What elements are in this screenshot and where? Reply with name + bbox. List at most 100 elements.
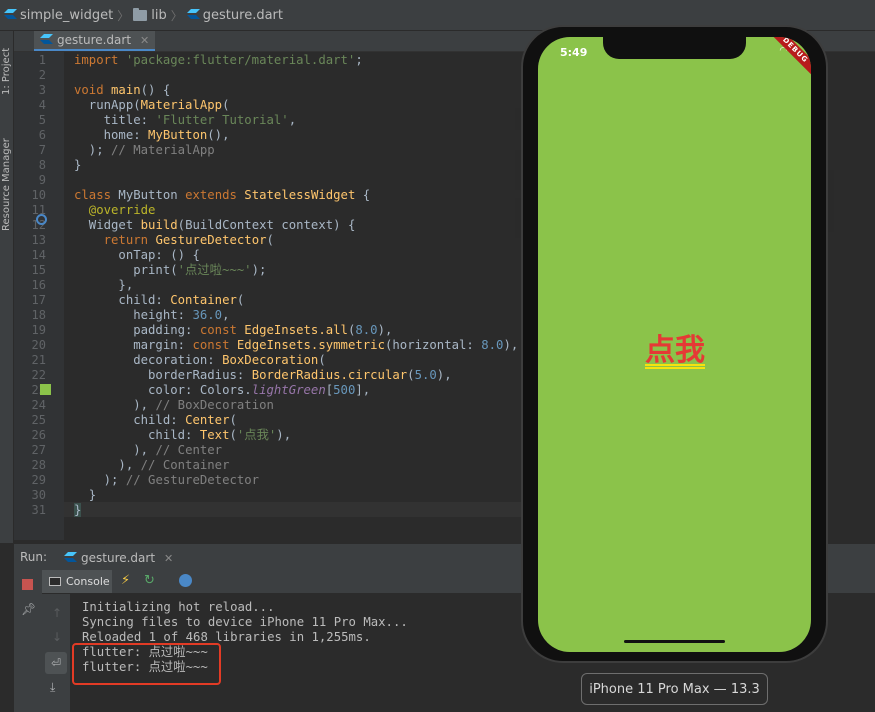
code-token: (), xyxy=(207,128,230,142)
code-comment: // Container xyxy=(133,458,230,472)
code-token: { xyxy=(355,188,371,202)
close-icon[interactable]: ✕ xyxy=(140,34,149,47)
code-token: StatelessWidget xyxy=(236,188,356,202)
code-line-16: }, xyxy=(74,278,133,293)
code-line-7: ); // MaterialApp xyxy=(74,143,215,158)
code-line-8: } xyxy=(74,158,81,173)
code-token: 36.0 xyxy=(192,308,223,322)
hot-restart-icon[interactable]: ↻ xyxy=(144,573,155,588)
code-token: MaterialApp xyxy=(140,98,223,112)
breadcrumb-folder[interactable]: lib xyxy=(133,7,167,23)
code-line-3: void main() { xyxy=(74,83,170,98)
code-token: extends xyxy=(185,188,237,202)
code-token: 8.0 xyxy=(355,323,378,337)
code-token: class xyxy=(74,188,112,202)
phone-power-button xyxy=(828,170,834,232)
line-number: 6 xyxy=(38,128,46,142)
code-line-29: ); // GestureDetector xyxy=(74,473,259,488)
close-icon[interactable]: ✕ xyxy=(164,552,173,565)
line-number: 30 xyxy=(31,488,46,502)
run-tab-label: gesture.dart xyxy=(81,551,156,565)
code-token: @override xyxy=(74,203,156,217)
console-tab-label: Console xyxy=(66,575,110,588)
code-comment: // Center xyxy=(148,443,223,457)
tap-me-button[interactable]: 点我 xyxy=(639,329,711,368)
code-comment: // MaterialApp xyxy=(103,143,215,157)
line-number: 20 xyxy=(31,338,46,352)
stop-icon[interactable] xyxy=(22,579,33,590)
breadcrumb-file[interactable]: gesture.dart xyxy=(187,8,283,23)
code-token: ], xyxy=(355,383,371,397)
home-indicator[interactable] xyxy=(624,640,725,643)
code-token: child: xyxy=(74,293,171,307)
console-line: Syncing files to device iPhone 11 Pro Ma… xyxy=(82,615,408,629)
code-token: ), xyxy=(436,368,452,382)
breadcrumb-project[interactable]: simple_widget xyxy=(4,8,113,23)
status-bar-time: 5:49 xyxy=(560,46,588,59)
code-token: '点过啦~~~' xyxy=(177,263,252,277)
code-token: const xyxy=(199,323,237,337)
arrow-up-icon[interactable]: ↑ xyxy=(52,606,62,620)
code-token: decoration: xyxy=(74,353,223,367)
code-token: ( xyxy=(229,428,237,442)
line-number: 24 xyxy=(31,398,46,412)
code-line-24: ), // BoxDecoration xyxy=(74,398,274,413)
run-tab-gesture-dart[interactable]: gesture.dart ✕ xyxy=(64,548,173,568)
tab-console[interactable]: Console xyxy=(42,570,112,593)
code-token: return xyxy=(74,233,149,247)
pin-icon[interactable]: 📌︎ xyxy=(21,602,36,616)
code-token: MyButton xyxy=(148,128,208,142)
line-number: 16 xyxy=(31,278,46,292)
code-comment: // BoxDecoration xyxy=(148,398,274,412)
color-swatch-icon[interactable] xyxy=(40,384,51,395)
code-token: , xyxy=(222,308,230,322)
console-icon xyxy=(49,577,61,586)
code-token: } xyxy=(74,158,82,172)
code-token: GestureDetector xyxy=(148,233,267,247)
code-token: EdgeInsets.all xyxy=(236,323,348,337)
tab-gesture-dart[interactable]: gesture.dart ✕ xyxy=(34,31,156,51)
code-token: ), xyxy=(377,323,393,337)
code-token: Widget xyxy=(74,218,141,232)
code-token: ; xyxy=(355,53,363,67)
code-line-17: child: Container( xyxy=(74,293,244,308)
override-marker-icon[interactable] xyxy=(36,214,47,225)
device-name-label: iPhone 11 Pro Max — 13.3 xyxy=(581,673,768,705)
line-number: 29 xyxy=(31,473,46,487)
line-number: 17 xyxy=(31,293,46,307)
code-line-26: child: Text('点我'), xyxy=(74,428,291,443)
code-token: borderRadius: xyxy=(74,368,252,382)
code-token: }, xyxy=(74,278,134,292)
code-token: onTap: () { xyxy=(74,248,200,262)
code-token: ( xyxy=(222,98,230,112)
code-token: 'Flutter Tutorial' xyxy=(155,113,289,127)
line-number: 26 xyxy=(31,428,46,442)
resource-manager-tool-button[interactable]: Resource Manager xyxy=(1,138,12,231)
line-number: 7 xyxy=(38,143,46,157)
breadcrumb-project-label: simple_widget xyxy=(20,7,114,23)
line-number: 10 xyxy=(31,188,46,202)
code-token: title: xyxy=(74,113,156,127)
code-line-31: } xyxy=(74,503,82,518)
code-token: , xyxy=(288,113,297,127)
code-token: const xyxy=(192,338,230,352)
devtools-icon[interactable] xyxy=(179,574,192,587)
scroll-to-end-icon[interactable]: ⤓ xyxy=(50,680,55,695)
arrow-down-icon[interactable]: ↓ xyxy=(52,630,62,644)
line-number: 18 xyxy=(31,308,46,322)
project-tool-button[interactable]: 1: Project xyxy=(1,48,12,95)
code-token: ), xyxy=(74,443,149,457)
line-number: 22 xyxy=(31,368,46,382)
code-line-20: margin: const EdgeInsets.symmetric(horiz… xyxy=(74,338,518,353)
hot-reload-icon[interactable]: ⚡ xyxy=(121,573,130,588)
code-line-18: height: 36.0, xyxy=(74,308,230,323)
line-number: 3 xyxy=(38,83,46,97)
breadcrumb-folder-label: lib xyxy=(151,7,167,23)
code-token: void xyxy=(74,83,104,97)
phone-notch xyxy=(603,37,746,59)
code-token: ( xyxy=(236,293,245,307)
code-token: ( xyxy=(266,233,274,247)
folder-icon xyxy=(133,7,148,21)
soft-wrap-icon[interactable]: ⏎ xyxy=(45,652,67,674)
code-token: Text xyxy=(199,428,230,442)
